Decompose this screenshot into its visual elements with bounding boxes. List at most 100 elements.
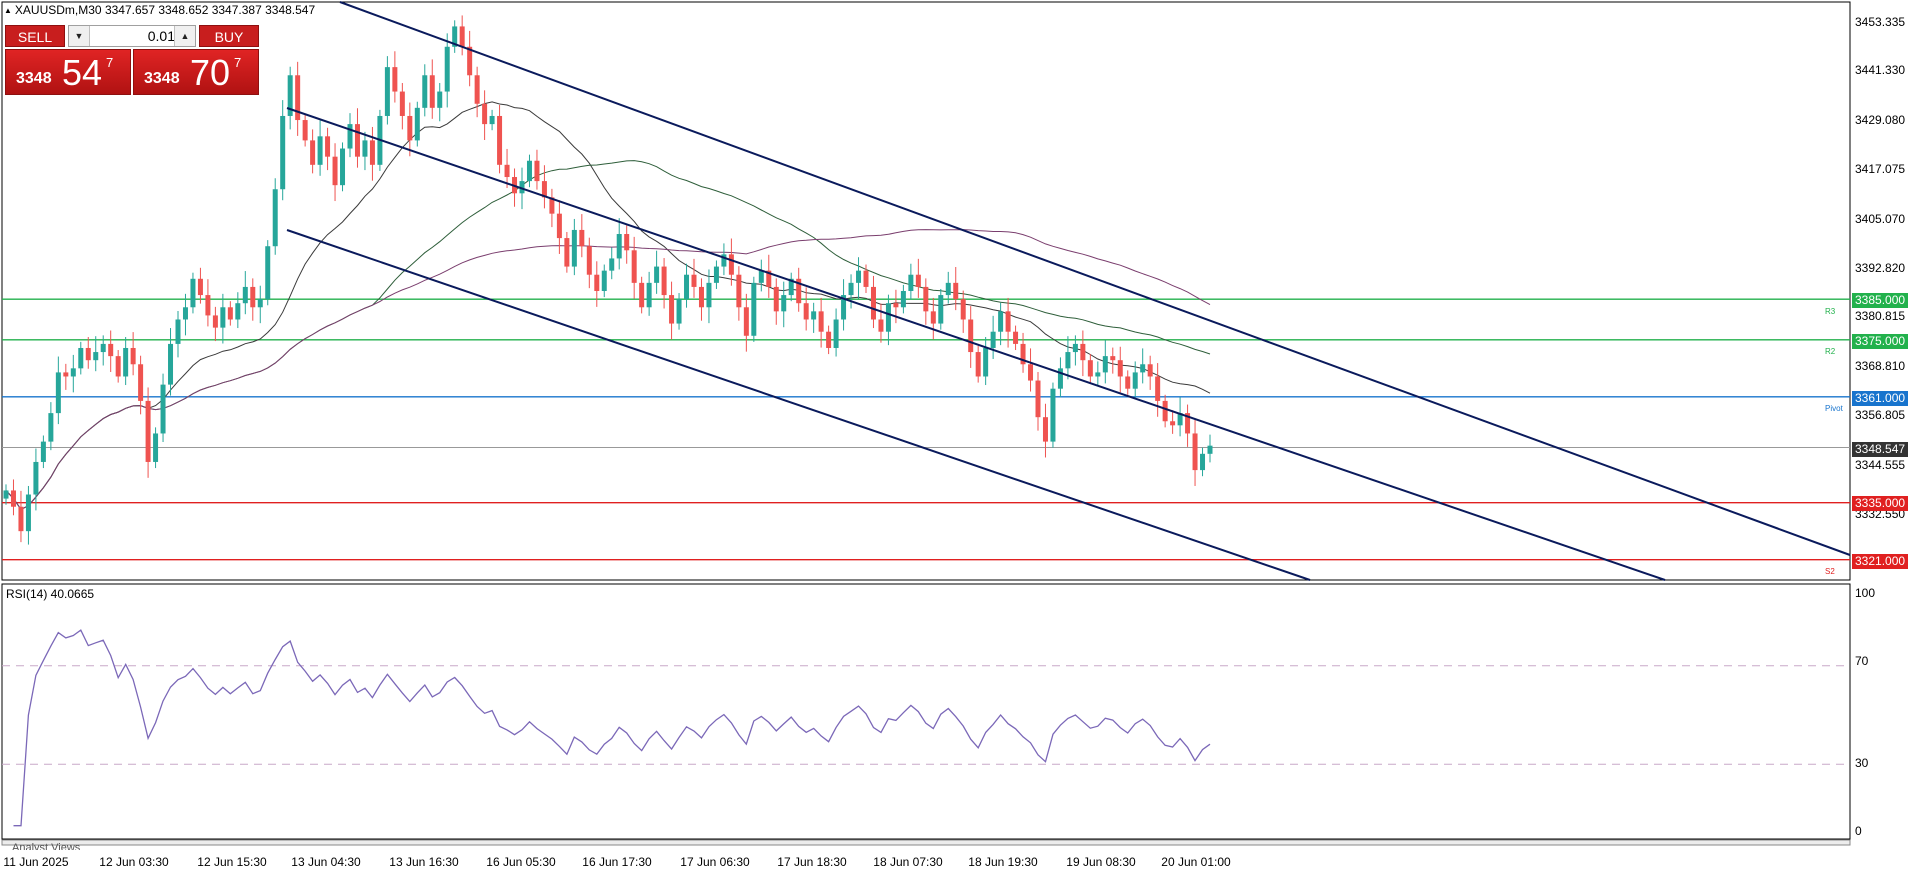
candle-body xyxy=(848,282,854,296)
lot-size-input[interactable] xyxy=(91,27,177,45)
sell-price-button[interactable]: 3348 54 7 xyxy=(5,49,131,95)
candle-body xyxy=(983,347,989,377)
level-tag-r2: 3375.000 xyxy=(1852,334,1908,349)
candle-body xyxy=(459,26,465,47)
candle-body xyxy=(1155,376,1161,401)
candle-body xyxy=(205,295,211,316)
candle-body xyxy=(197,278,203,296)
time-tick: 17 Jun 06:30 xyxy=(680,855,750,869)
candle-body xyxy=(923,286,929,312)
candle-body xyxy=(1005,311,1011,332)
candle-body xyxy=(85,347,91,361)
candle-body xyxy=(317,136,323,165)
candle-body xyxy=(384,67,390,116)
price-tick: 3344.555 xyxy=(1855,458,1906,472)
candle-body xyxy=(138,364,144,401)
candle-body xyxy=(526,160,532,182)
candle-body xyxy=(1110,356,1116,361)
candle-body xyxy=(123,347,129,377)
channel-upper-line xyxy=(339,1,1851,556)
candle-body xyxy=(399,91,405,116)
trend-channel-lines[interactable] xyxy=(286,1,1851,581)
candle-body xyxy=(953,282,959,300)
level-lines xyxy=(2,298,1850,561)
candle-body xyxy=(340,148,346,186)
chart-title-text: XAUUSDm,M30 3347.657 3348.652 3347.387 3… xyxy=(14,3,316,17)
rsi-tick: 100 xyxy=(1855,586,1876,600)
candle-body xyxy=(108,343,114,357)
candle-body xyxy=(444,46,450,92)
time-tick: 17 Jun 18:30 xyxy=(777,855,847,869)
time-tick: 11 Jun 2025 xyxy=(3,855,69,869)
candle-body xyxy=(1147,364,1153,377)
candle-body xyxy=(601,270,607,291)
candle-body xyxy=(616,234,622,259)
candle-body xyxy=(661,266,667,296)
candle-body xyxy=(579,229,585,247)
candle-body xyxy=(1207,445,1213,454)
channel-middle-line xyxy=(286,107,1666,581)
candle-body xyxy=(414,107,420,141)
candle-body xyxy=(325,136,331,157)
candle-body xyxy=(63,372,69,377)
chart-canvas[interactable] xyxy=(0,0,1916,874)
price-tick: 3405.070 xyxy=(1855,212,1906,226)
level-tag-s1: 3335.000 xyxy=(1852,496,1908,511)
candle-body xyxy=(1065,352,1071,369)
candle-body xyxy=(250,286,256,308)
candle-body xyxy=(885,303,891,332)
candle-body xyxy=(1125,376,1131,389)
candle-body xyxy=(556,213,562,239)
candle-body xyxy=(1042,417,1048,442)
ma-line-fast xyxy=(5,101,1211,511)
candle-body xyxy=(698,286,704,308)
candle-body xyxy=(870,286,876,320)
price-tick: 3356.805 xyxy=(1855,408,1906,422)
candle-body xyxy=(945,282,951,296)
candle-body xyxy=(347,124,353,149)
collapse-triangle-icon[interactable]: ▲ xyxy=(4,6,12,15)
candle-body xyxy=(497,115,503,165)
buy-price-button[interactable]: 3348 70 7 xyxy=(133,49,259,95)
candle-body xyxy=(212,315,218,328)
candle-body xyxy=(736,274,742,308)
candle-body xyxy=(758,270,764,283)
rsi-indicator xyxy=(2,629,1850,827)
level-tag-r3: 3385.000 xyxy=(1852,293,1908,308)
time-tick: 20 Jun 01:00 xyxy=(1161,855,1231,869)
candle-body xyxy=(586,246,592,275)
candle-body xyxy=(676,299,682,324)
candle-body xyxy=(332,156,338,186)
analyst-views-tab[interactable]: Analyst Views xyxy=(12,842,80,850)
price-tick: 3368.810 xyxy=(1855,359,1906,373)
candle-body xyxy=(691,274,697,287)
candle-body xyxy=(743,307,749,336)
candle-body xyxy=(624,234,630,251)
candle-body xyxy=(1162,400,1168,422)
current-price-tag: 3348.547 xyxy=(1852,442,1908,457)
rsi-label: RSI(14) 40.0665 xyxy=(6,587,95,601)
candle-body xyxy=(130,347,136,365)
candle-body xyxy=(160,384,166,434)
candle-body xyxy=(392,67,398,92)
candle-body xyxy=(833,319,839,348)
candle-body xyxy=(1132,372,1138,389)
lot-size-control: ▼ ▲ xyxy=(68,25,196,47)
lot-increase-icon[interactable]: ▲ xyxy=(174,26,195,46)
ma-line-medium xyxy=(5,160,1211,511)
buy-button[interactable]: BUY xyxy=(199,25,259,47)
candle-body xyxy=(1028,364,1034,381)
lot-decrease-icon[interactable]: ▼ xyxy=(69,26,90,46)
moving-average-lines xyxy=(5,101,1211,511)
candle-body xyxy=(893,303,899,308)
price-tick: 3392.820 xyxy=(1855,261,1906,275)
candle-body xyxy=(235,303,241,320)
rsi-tick: 70 xyxy=(1855,654,1869,668)
candle-body xyxy=(1087,360,1093,377)
level-name-pivot: Pivot xyxy=(1825,404,1843,413)
candle-body xyxy=(803,303,809,320)
candle-body xyxy=(938,295,944,324)
rsi-tick: 30 xyxy=(1855,756,1869,770)
candle-body xyxy=(654,266,660,283)
sell-button[interactable]: SELL xyxy=(5,25,65,47)
